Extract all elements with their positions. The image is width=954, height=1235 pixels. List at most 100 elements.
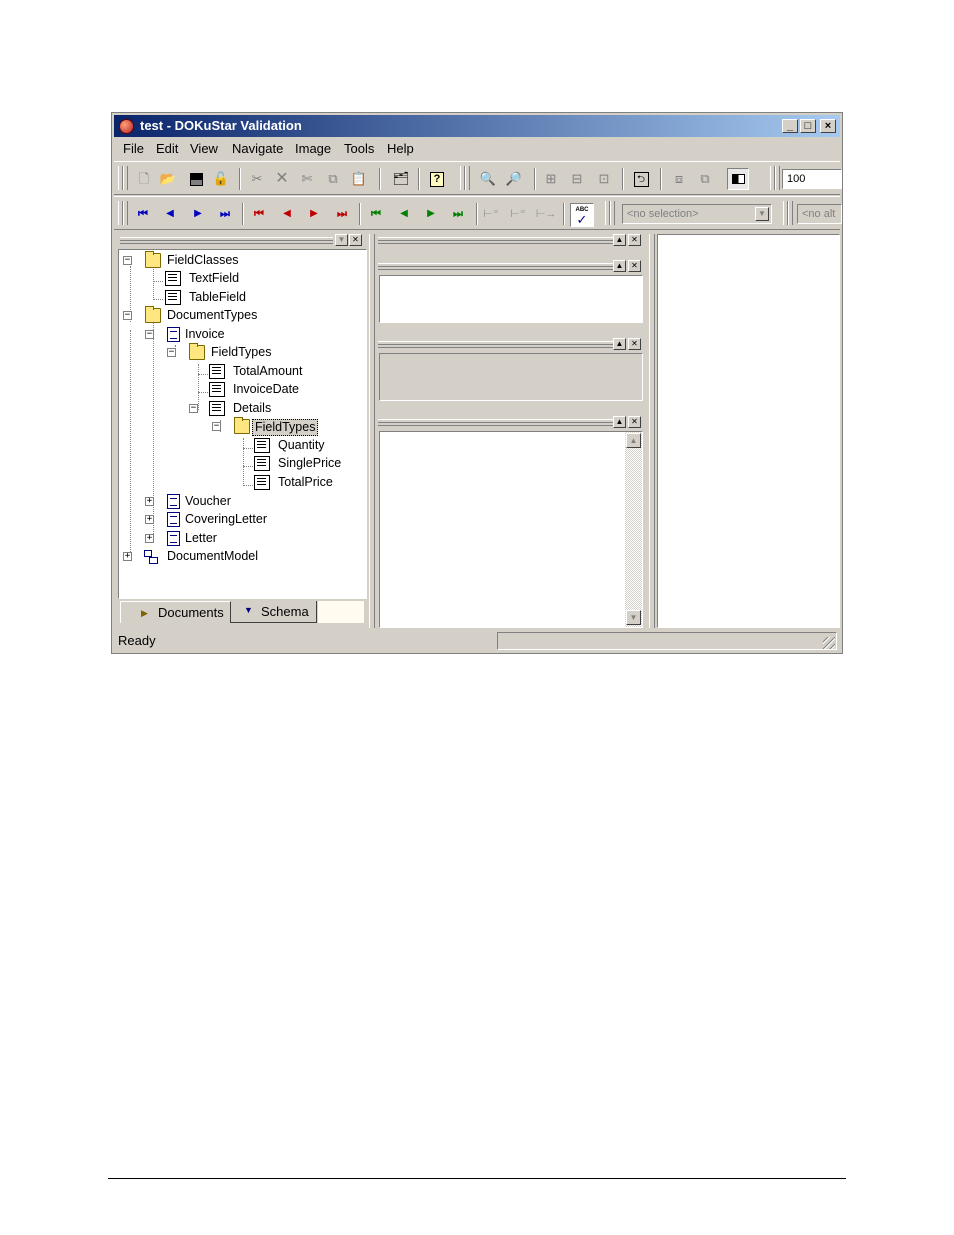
- chevron-down-icon[interactable]: ▼: [755, 207, 769, 221]
- first-field-icon[interactable]: ⏮: [367, 205, 385, 223]
- compare-icon[interactable]: ⧉: [696, 170, 714, 188]
- collapse-icon[interactable]: −: [123, 311, 132, 320]
- toolbar-grip[interactable]: [610, 201, 615, 225]
- toolbar-grip[interactable]: [788, 201, 793, 225]
- pane-close-icon[interactable]: ✕: [349, 234, 362, 246]
- zoom-input[interactable]: 100: [782, 169, 842, 189]
- previous-document-icon[interactable]: ◀: [161, 205, 179, 223]
- collapse-icon[interactable]: −: [189, 404, 198, 413]
- pane-close-icon[interactable]: ✕: [628, 416, 641, 428]
- unlock-icon[interactable]: 🔓: [212, 170, 230, 188]
- first-error-icon[interactable]: ⏮: [250, 205, 268, 223]
- menu-edit[interactable]: Edit: [156, 141, 178, 156]
- new-icon[interactable]: 🗋: [135, 170, 153, 188]
- arrange-icon[interactable]: ⧈: [670, 170, 688, 188]
- tab-schema[interactable]: ▼ Schema: [231, 601, 317, 623]
- fit-height-icon[interactable]: ⊡: [595, 170, 613, 188]
- field-icon: [165, 290, 181, 305]
- first-document-icon[interactable]: ⏮: [134, 205, 152, 223]
- vertical-splitter[interactable]: [369, 234, 375, 628]
- rotate-icon[interactable]: ⮌: [632, 170, 650, 188]
- field-list-box[interactable]: ▲ ▼: [379, 431, 643, 628]
- tree-view[interactable]: − FieldClasses TextField TableField − Do…: [118, 249, 367, 599]
- menu-tools[interactable]: Tools: [344, 141, 374, 156]
- field-value-box[interactable]: [379, 275, 643, 323]
- scroll-up-icon[interactable]: ▲: [626, 433, 641, 448]
- last-field-icon[interactable]: ⏭: [449, 205, 467, 223]
- copy-icon[interactable]: ⧉: [324, 170, 342, 188]
- expand-icon[interactable]: +: [145, 497, 154, 506]
- append-row-icon[interactable]: ⊢⁼: [509, 205, 527, 223]
- toolbar-separator: [359, 203, 361, 225]
- tab-schema-label: Schema: [261, 604, 309, 619]
- zoom-out-icon[interactable]: 🔎: [505, 170, 523, 188]
- menu-navigate[interactable]: Navigate: [232, 141, 283, 156]
- window-title: test - DOKuStar Validation: [140, 118, 302, 133]
- expand-icon[interactable]: +: [145, 515, 154, 524]
- alternative-dropdown[interactable]: <no alt: [797, 204, 842, 224]
- maximize-button[interactable]: □: [800, 119, 816, 133]
- pane-maximize-icon[interactable]: ▲: [613, 260, 626, 272]
- delete-icon[interactable]: ✕: [273, 170, 291, 188]
- document-image-view[interactable]: [657, 234, 840, 628]
- pane-dropdown-icon[interactable]: ▼: [335, 234, 348, 246]
- tab-documents[interactable]: ▶ Documents: [120, 601, 231, 623]
- toolbar-grip[interactable]: [775, 166, 780, 190]
- collapse-icon[interactable]: −: [167, 348, 176, 357]
- field-pane-header[interactable]: ▲ ✕: [376, 416, 647, 428]
- previous-error-icon[interactable]: ◀: [278, 205, 296, 223]
- collapse-icon[interactable]: −: [123, 256, 132, 265]
- field-pane-header[interactable]: ▲ ✕: [376, 260, 647, 272]
- pane-maximize-icon[interactable]: ▲: [613, 338, 626, 350]
- contrast-icon[interactable]: [727, 168, 749, 190]
- app-icon[interactable]: [119, 119, 134, 134]
- toolbar-grip[interactable]: [123, 166, 128, 190]
- collapse-icon[interactable]: −: [212, 422, 221, 431]
- field-pane-header[interactable]: ▲ ✕: [376, 234, 647, 246]
- field-pane-header[interactable]: ▲ ✕: [376, 338, 647, 350]
- menu-file[interactable]: File: [123, 141, 144, 156]
- menu-view[interactable]: View: [190, 141, 218, 156]
- last-document-icon[interactable]: ⏭: [216, 205, 234, 223]
- open-icon[interactable]: 📂: [159, 170, 177, 188]
- toolbar-grip[interactable]: [465, 166, 470, 190]
- pane-close-icon[interactable]: ✕: [628, 260, 641, 272]
- tree-item-label: CoveringLetter: [185, 512, 267, 526]
- cut-icon[interactable]: ✂: [248, 170, 266, 188]
- pane-maximize-icon[interactable]: ▲: [613, 416, 626, 428]
- close-button[interactable]: ×: [820, 119, 836, 133]
- fit-page-icon[interactable]: ⊞: [542, 170, 560, 188]
- toolbar-grip[interactable]: [123, 201, 128, 225]
- menu-help[interactable]: Help: [387, 141, 414, 156]
- pane-maximize-icon[interactable]: ▲: [613, 234, 626, 246]
- zoom-in-icon[interactable]: 🔍: [479, 170, 497, 188]
- save-icon[interactable]: [187, 170, 205, 188]
- resize-grip-icon[interactable]: [823, 637, 835, 649]
- next-error-icon[interactable]: ▶: [305, 205, 323, 223]
- import-icon[interactable]: 🗂: [392, 170, 410, 188]
- paste-icon[interactable]: 📋: [350, 170, 368, 188]
- selection-dropdown[interactable]: <no selection> ▼: [622, 204, 772, 224]
- collapse-icon[interactable]: −: [145, 330, 154, 339]
- pane-close-icon[interactable]: ✕: [628, 234, 641, 246]
- last-error-icon[interactable]: ⏭: [333, 205, 351, 223]
- pane-close-icon[interactable]: ✕: [628, 338, 641, 350]
- tree-pane-header[interactable]: ▼ ✕: [118, 234, 367, 246]
- delete-row-icon[interactable]: ⊢→: [536, 205, 557, 223]
- next-document-icon[interactable]: ▶: [189, 205, 207, 223]
- expand-icon[interactable]: +: [123, 552, 132, 561]
- help-icon[interactable]: ?: [428, 170, 446, 188]
- previous-field-icon[interactable]: ◀: [395, 205, 413, 223]
- scroll-down-icon[interactable]: ▼: [626, 610, 641, 625]
- spellcheck-icon[interactable]: ABC ✓: [570, 203, 594, 227]
- expand-icon[interactable]: +: [145, 534, 154, 543]
- cut-field-icon[interactable]: ✄: [298, 170, 316, 188]
- vertical-scrollbar[interactable]: ▲ ▼: [625, 432, 642, 627]
- insert-row-icon[interactable]: ⊢⁼: [482, 205, 500, 223]
- fit-width-icon[interactable]: ⊟: [568, 170, 586, 188]
- title-bar[interactable]: test - DOKuStar Validation _ □ ×: [114, 115, 840, 137]
- menu-image[interactable]: Image: [295, 141, 331, 156]
- vertical-splitter[interactable]: [649, 234, 655, 628]
- minimize-button[interactable]: _: [782, 119, 798, 133]
- next-field-icon[interactable]: ▶: [422, 205, 440, 223]
